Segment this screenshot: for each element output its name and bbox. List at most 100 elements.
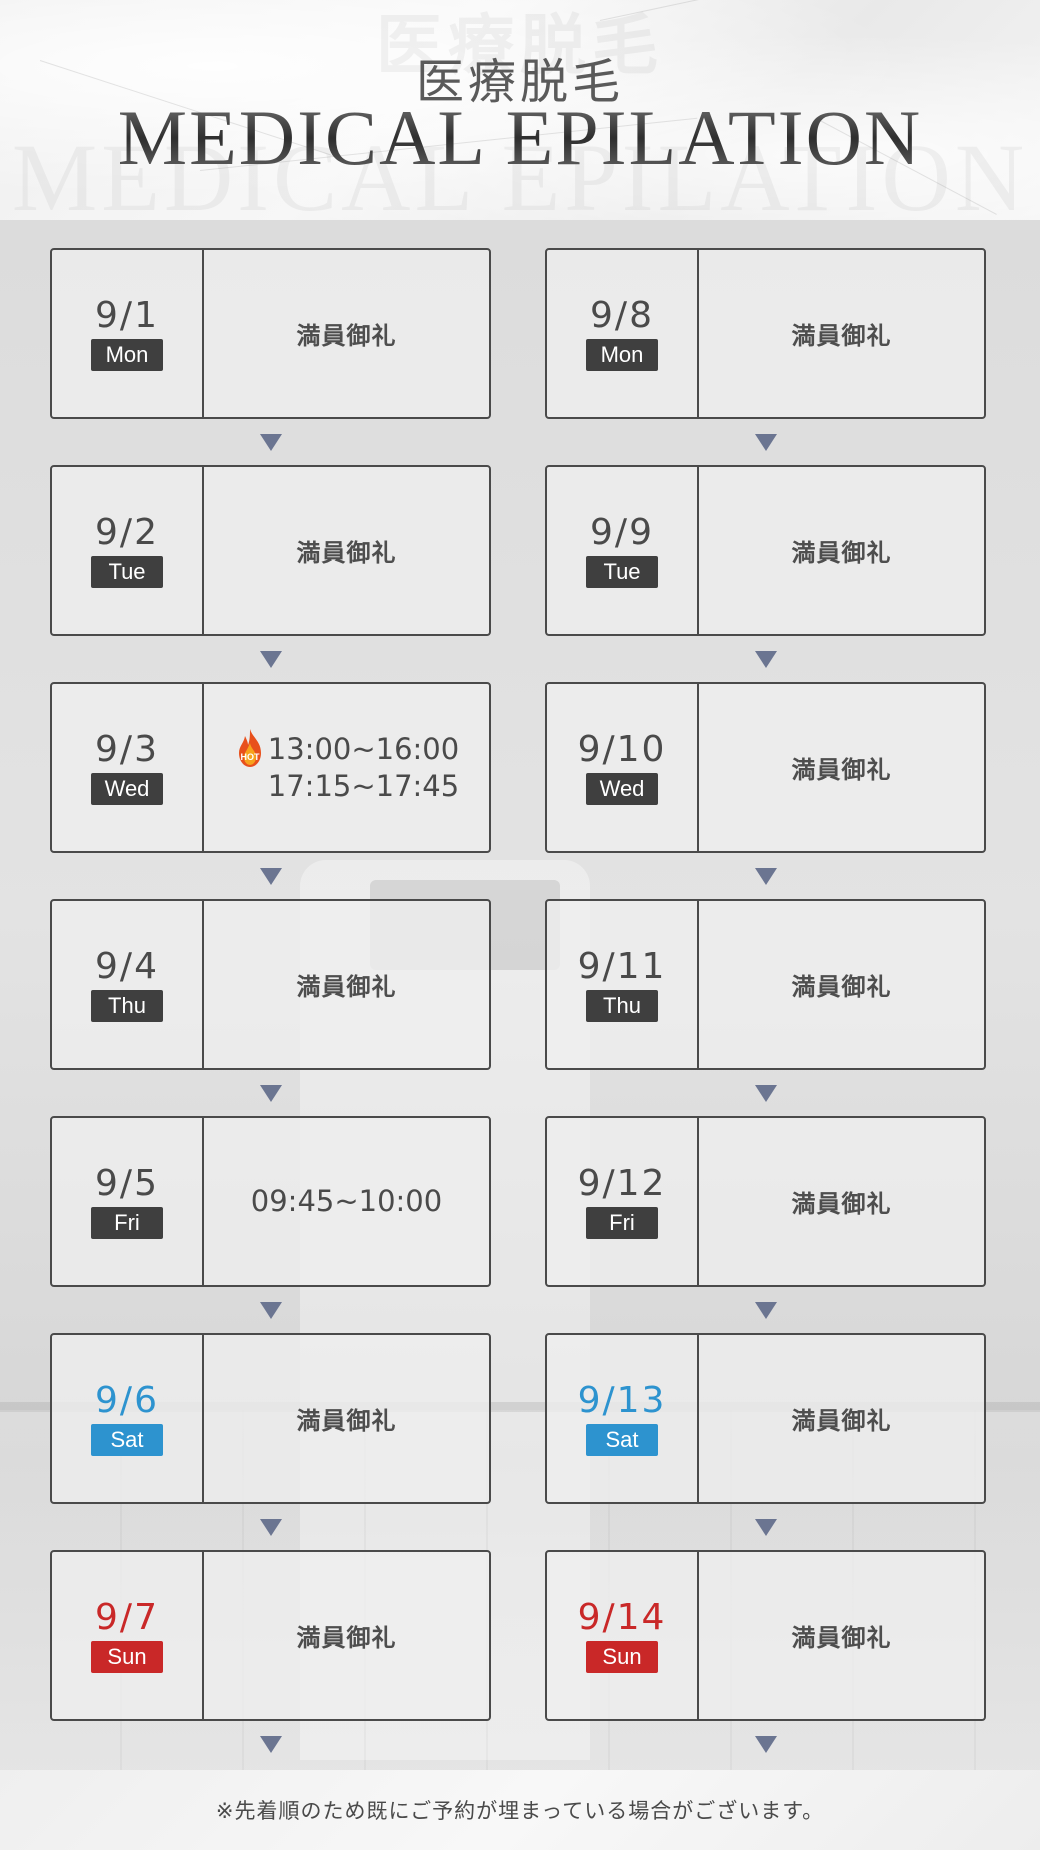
day-card: 9/11 Thu 満員御礼 [545,899,986,1070]
down-triangle-icon [259,1518,282,1536]
fully-booked-label: 満員御礼 [791,1407,892,1435]
day-card: 9/7 Sun 満員御礼 [50,1550,491,1721]
day-card: 9/2 Tue 満員御礼 [50,465,491,636]
date-label: 9/11 [577,945,667,987]
day-card: 9/9 Tue 満員御礼 [545,465,986,636]
weekday-badge: Sun [586,1641,658,1674]
down-triangle-icon [754,1518,777,1536]
date-cell: 9/12 Fri [547,1118,699,1285]
down-triangle-icon [259,1735,282,1753]
date-label: 9/7 [95,1596,159,1638]
weekday-badge: Fri [586,1207,658,1240]
weekday-badge: Tue [91,556,163,589]
slot-cell: 満員御礼 [204,1335,489,1502]
date-label: 9/8 [590,294,654,336]
down-triangle-icon [259,650,282,668]
schedule-section: 9/1 Mon 満員御礼 9/2 Tue 満員御礼 9/3 Wed HOT 13:00~16:00… [0,220,1040,1770]
slot-cell: 満員御礼 [699,1552,984,1719]
down-arrow [50,1721,491,1767]
date-cell: 9/14 Sun [547,1552,699,1719]
weekday-badge: Mon [586,339,658,372]
fully-booked-label: 満員御礼 [296,539,397,567]
down-triangle-icon [754,1735,777,1753]
time-list: 09:45~10:00 [251,1183,442,1219]
time-slot: 13:00~16:00 [267,732,460,767]
slot-cell: HOT 13:00~16:00 17:15~17:45 [204,684,489,851]
date-label: 9/3 [95,728,159,770]
time-slot: 09:45~10:00 [250,1184,443,1219]
down-arrow [545,1504,986,1550]
weekday-badge: Tue [586,556,658,589]
down-triangle-icon [259,1084,282,1102]
fully-booked-label: 満員御礼 [296,322,397,350]
date-cell: 9/11 Thu [547,901,699,1068]
slot-cell: 満員御礼 [204,901,489,1068]
day-card: 9/14 Sun 満員御礼 [545,1550,986,1721]
down-triangle-icon [259,867,282,885]
down-arrow [50,1070,491,1116]
date-cell: 9/5 Fri [52,1118,204,1285]
time-list: 13:00~16:00 17:15~17:45 [268,731,459,804]
slot-cell: 満員御礼 [699,684,984,851]
date-label: 9/1 [95,294,159,336]
date-cell: 9/3 Wed [52,684,204,851]
fully-booked-label: 満員御礼 [296,973,397,1001]
day-card: 9/10 Wed 満員御礼 [545,682,986,853]
fully-booked-label: 満員御礼 [791,322,892,350]
date-cell: 9/7 Sun [52,1552,204,1719]
date-label: 9/2 [95,511,159,553]
down-triangle-icon [754,650,777,668]
fully-booked-label: 満員御礼 [791,1624,892,1652]
day-card: 9/1 Mon 満員御礼 [50,248,491,419]
down-triangle-icon [259,433,282,451]
date-cell: 9/13 Sat [547,1335,699,1502]
down-arrow [50,1287,491,1333]
down-triangle-icon [754,1084,777,1102]
down-triangle-icon [754,1301,777,1319]
date-label: 9/6 [95,1379,159,1421]
down-arrow [50,1504,491,1550]
date-label: 9/14 [577,1596,667,1638]
schedule-column-week-2: 9/8 Mon 満員御礼 9/9 Tue 満員御礼 9/10 Wed 満員御礼 9/11 Thu 満員… [545,248,988,1767]
down-arrow [50,636,491,682]
fully-booked-label: 満員御礼 [296,1624,397,1652]
date-cell: 9/9 Tue [547,467,699,634]
hot-label: HOT [240,752,260,762]
date-cell: 9/4 Thu [52,901,204,1068]
slot-cell: 満員御礼 [204,467,489,634]
available-times: HOT 13:00~16:00 17:15~17:45 [234,729,459,804]
weekday-badge: Sat [91,1424,163,1457]
down-arrow [545,419,986,465]
day-card: 9/3 Wed HOT 13:00~16:00 17:15~17:45 [50,682,491,853]
date-label: 9/4 [95,945,159,987]
down-arrow [545,636,986,682]
footer-note: ※先着順のため既にご予約が埋まっている場合がございます。 [215,1799,825,1823]
slot-cell: 満員御礼 [699,1335,984,1502]
date-cell: 9/2 Tue [52,467,204,634]
slot-cell: 満員御礼 [204,1552,489,1719]
down-triangle-icon [754,867,777,885]
down-arrow [545,1721,986,1767]
fully-booked-label: 満員御礼 [791,973,892,1001]
weekday-badge: Thu [586,990,658,1023]
weekday-badge: Wed [586,773,658,806]
down-arrow [545,1070,986,1116]
slot-cell: 満員御礼 [699,1118,984,1285]
date-cell: 9/10 Wed [547,684,699,851]
slot-cell: 09:45~10:00 [204,1118,489,1285]
date-label: 9/10 [577,728,667,770]
slot-cell: 満員御礼 [699,250,984,417]
date-label: 9/5 [95,1162,159,1204]
weekday-badge: Wed [91,773,163,806]
date-label: 9/9 [590,511,654,553]
down-arrow [50,419,491,465]
day-card: 9/5 Fri 09:45~10:00 [50,1116,491,1287]
date-cell: 9/6 Sat [52,1335,204,1502]
down-triangle-icon [754,433,777,451]
fully-booked-label: 満員御礼 [791,539,892,567]
fully-booked-label: 満員御礼 [791,1190,892,1218]
slot-cell: 満員御礼 [699,901,984,1068]
day-card: 9/12 Fri 満員御礼 [545,1116,986,1287]
schedule-column-week-1: 9/1 Mon 満員御礼 9/2 Tue 満員御礼 9/3 Wed HOT 13:00~16:00… [50,248,493,1767]
weekday-badge: Sun [91,1641,163,1674]
